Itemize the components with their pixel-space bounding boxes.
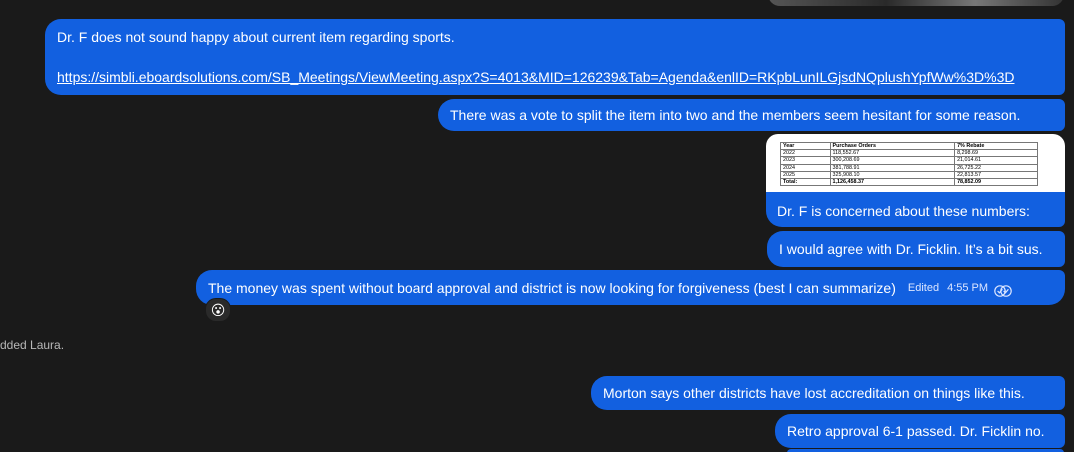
rebate-table: Year Purchase Orders 7% Rebate 2022 118,… <box>780 141 1038 187</box>
table-row: 2024 381,788.91 26,725.22 <box>780 163 1038 172</box>
meeting-link[interactable]: https://simbli.eboardsolutions.com/SB_Me… <box>57 69 1014 85</box>
message-bubble[interactable]: Morton says other districts have lost ac… <box>591 376 1065 410</box>
message-bubble[interactable]: I would agree with Dr. Ficklin. It’s a b… <box>767 231 1065 267</box>
chat-thread: Dr. F does not sound happy about current… <box>0 0 1074 452</box>
table-cell: 26,725.22 <box>954 163 1038 172</box>
image-attachment-previous[interactable] <box>768 0 1064 6</box>
table-cell: 78,852.09 <box>954 178 1038 187</box>
message-text: The money was spent without board approv… <box>208 279 896 296</box>
message-bubble[interactable]: Retro approval 6-1 passed. Dr. Ficklin n… <box>775 414 1065 448</box>
edited-label: Edited <box>907 281 940 294</box>
message-text: I would agree with Dr. Ficklin. It’s a b… <box>779 241 1043 257</box>
message-text: Dr. F does not sound happy about current… <box>57 29 455 45</box>
table-cell: 118,552.67 <box>829 149 956 158</box>
message-text: Dr. F is concerned about these numbers: <box>777 203 1030 219</box>
table-cell: 2023 <box>780 156 831 165</box>
table-cell: 325,908.10 <box>829 170 956 180</box>
table-cell: 21,014.61 <box>954 156 1038 165</box>
table-row: 2025 325,908.10 22,813.57 <box>780 170 1038 180</box>
message-text: Retro approval 6-1 passed. Dr. Ficklin n… <box>787 423 1045 439</box>
table-cell: 22,813.57 <box>954 170 1038 180</box>
table-cell: 2024 <box>780 163 831 172</box>
message-text: There was a vote to split the item into … <box>450 107 1021 123</box>
table-cell: 2022 <box>780 149 831 158</box>
message-text: Morton says other districts have lost ac… <box>603 385 1025 401</box>
table-cell: 381,788.91 <box>829 163 956 172</box>
table-header: 7% Rebate <box>954 141 1038 151</box>
message-bubble[interactable]: The money was spent without board approv… <box>196 270 1065 305</box>
table-cell: 300,208.69 <box>829 156 956 165</box>
reaction-badge[interactable]: 😮 <box>205 298 231 322</box>
table-cell: 8,298.69 <box>954 149 1038 158</box>
table-row: 2022 118,552.67 8,298.69 <box>780 149 1038 158</box>
double-check-icon <box>994 282 1012 297</box>
image-attachment-table[interactable]: Year Purchase Orders 7% Rebate 2022 118,… <box>766 134 1065 192</box>
table-header: Year <box>780 141 831 151</box>
message-timestamp: 4:55 PM <box>947 281 989 294</box>
table-header: Purchase Orders <box>829 141 956 151</box>
system-note: dded Laura. <box>0 338 65 352</box>
table-cell: 1,126,458.37 <box>829 178 956 187</box>
table-row: 2023 300,208.69 21,014.61 <box>780 156 1038 165</box>
message-bubble[interactable]: Dr. F does not sound happy about current… <box>45 19 1065 95</box>
table-cell: Total: <box>780 178 831 187</box>
table-total-row: Total: 1,126,458.37 78,852.09 <box>780 178 1038 187</box>
message-bubble[interactable]: There was a vote to split the item into … <box>438 99 1065 131</box>
surprised-emoji-icon: 😮 <box>210 301 226 318</box>
message-bubble[interactable]: Dr. F is concerned about these numbers: <box>766 192 1065 227</box>
table-cell: 2025 <box>780 170 831 180</box>
